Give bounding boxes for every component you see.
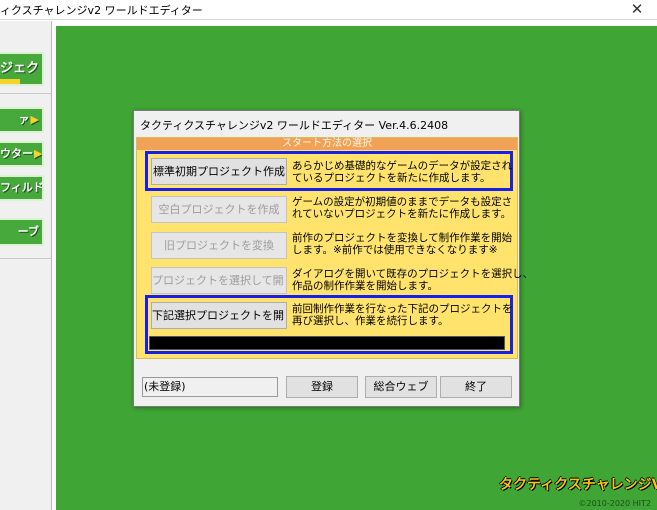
left-sidebar: ジェクト ァ▶ ウター▶ フィルド▶ ーブ bbox=[0, 21, 52, 510]
convert-old-project-button[interactable]: 旧プロジェクトを変換 bbox=[151, 232, 287, 259]
open-recent-project-button[interactable]: 下記選択プロジェクトを開く bbox=[151, 302, 287, 329]
new-blank-project-button[interactable]: 空白プロジェクトを作成 bbox=[151, 196, 287, 223]
sidebar-button-label: ーブ bbox=[17, 225, 39, 238]
website-button[interactable]: 総合ウェブ bbox=[365, 376, 437, 398]
sidebar-button-label: ァ bbox=[18, 113, 30, 126]
window-title: ィクスチャレンジv2 ワールドエディター bbox=[0, 4, 203, 17]
option-description: 前回制作作業を行なった下記のプロジェクトを 再び選択し、作業を続行します。 bbox=[292, 303, 513, 327]
option-description: ゲームの設定が初期値のままでデータも設定さ れていないプロジェクトを新たに作成し… bbox=[292, 196, 513, 220]
sidebar-button-2[interactable]: ァ▶ bbox=[0, 107, 44, 133]
option-description: ダイアログを開いて既存のプロジェクトを選択し、 作品の制作作業を開始します。 bbox=[292, 268, 534, 292]
project-marker bbox=[0, 79, 20, 84]
section-header: スタート方法の選択 bbox=[137, 138, 517, 150]
open-project-button[interactable]: プロジェクトを選択して開く bbox=[151, 267, 287, 294]
register-button[interactable]: 登録 bbox=[286, 376, 358, 398]
sidebar-button-field[interactable]: フィルド▶ bbox=[0, 175, 44, 201]
dialog-footer: (未登録) 登録 総合ウェブ 終了 bbox=[134, 373, 519, 403]
sidebar-divider bbox=[0, 258, 52, 259]
option-description: あらかじめ基礎的なゲームのデータが設定され ているプロジェクトを新たに作成します… bbox=[292, 160, 513, 184]
new-standard-project-button[interactable]: 標準初期プロジェクト作成 bbox=[151, 158, 287, 185]
arrow-right-icon: ▶ bbox=[30, 113, 39, 126]
recent-project-path-field[interactable] bbox=[149, 336, 505, 350]
sidebar-button-label: ジェクト bbox=[0, 61, 42, 76]
sidebar-button-label: ウター bbox=[0, 147, 33, 160]
user-registration-field[interactable]: (未登録) bbox=[142, 377, 278, 397]
dialog-title: タクティクスチャレンジv2 ワールドエディター Ver.4.6.2408 bbox=[140, 119, 449, 132]
start-method-panel: スタート方法の選択 標準初期プロジェクト作成 あらかじめ基礎的なゲームのデータが… bbox=[136, 137, 534, 359]
start-dialog: タクティクスチャレンジv2 ワールドエディター Ver.4.6.2408 スター… bbox=[133, 110, 534, 407]
sidebar-button-project[interactable]: ジェクト bbox=[0, 52, 44, 86]
app-logo: タクティクスチャレンジV bbox=[499, 477, 657, 493]
sidebar-divider bbox=[0, 93, 52, 94]
sidebar-button-save[interactable]: ーブ bbox=[0, 218, 44, 246]
arrow-right-icon: ▶ bbox=[34, 147, 43, 160]
window-titlebar: ィクスチャレンジv2 ワールドエディター ✕ bbox=[0, 0, 657, 20]
sidebar-button-3[interactable]: ウター▶ bbox=[0, 141, 44, 167]
copyright-text: ©2010-2020 HIT2 bbox=[578, 499, 652, 508]
option-description: 前作のプロジェクトを変換して制作作業を開始 します。※前作では使用できなくなりま… bbox=[292, 232, 513, 256]
close-icon[interactable]: ✕ bbox=[617, 0, 657, 20]
sidebar-button-label: フィルド bbox=[0, 181, 44, 194]
exit-button[interactable]: 終了 bbox=[440, 376, 512, 398]
